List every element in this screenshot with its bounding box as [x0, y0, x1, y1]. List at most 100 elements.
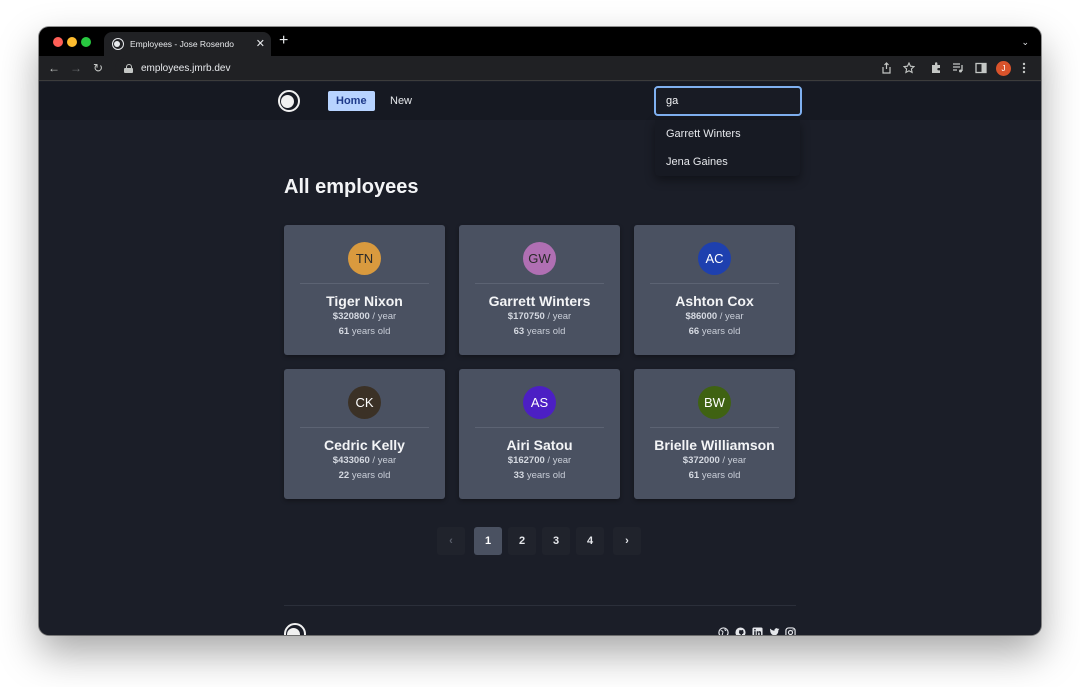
search-input[interactable]: [654, 86, 802, 116]
tab-strip: Employees - Jose Rosendo ✕ + ⌄: [39, 27, 1041, 56]
age-value: 61: [688, 470, 700, 481]
page: Home New Garrett Winters Jena Gaines All…: [39, 82, 1041, 635]
footer-divider: [284, 605, 796, 606]
employee-salary: $372000 / year: [634, 455, 795, 466]
page-button[interactable]: 2: [508, 527, 536, 555]
age-unit: years old: [349, 470, 391, 481]
age-unit: years old: [349, 326, 391, 337]
employee-salary: $320800 / year: [284, 311, 445, 322]
avatar: AC: [698, 242, 731, 275]
salary-value: $162700: [507, 455, 545, 466]
card-divider: [300, 283, 429, 284]
avatar: TN: [348, 242, 381, 275]
age-value: 63: [513, 326, 525, 337]
salary-unit: / year: [717, 311, 744, 322]
nav-home-link[interactable]: Home: [328, 91, 375, 111]
minimize-window-button[interactable]: [67, 37, 77, 47]
employee-salary: $162700 / year: [459, 455, 620, 466]
employee-age: 61 years old: [284, 326, 445, 337]
employee-card[interactable]: GW Garrett Winters $170750 / year 63 yea…: [459, 225, 620, 355]
back-icon[interactable]: ←: [48, 61, 60, 75]
card-divider: [475, 283, 604, 284]
next-page-button[interactable]: ›: [613, 527, 641, 555]
browser-toolbar: ← → ↻ employees.jmrb.dev J: [39, 56, 1041, 81]
employee-salary: $433060 / year: [284, 455, 445, 466]
employee-salary: $86000 / year: [634, 311, 795, 322]
salary-value: $433060: [332, 455, 370, 466]
card-divider: [300, 427, 429, 428]
age-unit: years old: [699, 470, 741, 481]
salary-unit: / year: [369, 311, 397, 322]
employee-card[interactable]: AS Airi Satou $162700 / year 33 years ol…: [459, 369, 620, 499]
suggestion-item[interactable]: Jena Gaines: [655, 148, 800, 176]
employee-age: 22 years old: [284, 470, 445, 481]
avatar: AS: [523, 386, 556, 419]
avatar: GW: [523, 242, 556, 275]
employee-age: 66 years old: [634, 326, 795, 337]
forward-icon[interactable]: →: [70, 61, 82, 75]
employee-salary: $170750 / year: [459, 311, 620, 322]
employee-card[interactable]: CK Cedric Kelly $433060 / year 22 years …: [284, 369, 445, 499]
age-value: 22: [338, 470, 350, 481]
age-unit: years old: [524, 470, 566, 481]
employee-card[interactable]: BW Brielle Williamson $372000 / year 61 …: [634, 369, 795, 499]
suggestion-item[interactable]: Garrett Winters: [655, 120, 800, 148]
avatar: BW: [698, 386, 731, 419]
employee-name: Tiger Nixon: [326, 293, 403, 309]
maximize-window-button[interactable]: [81, 37, 91, 47]
card-divider: [475, 427, 604, 428]
employee-name: Ashton Cox: [675, 293, 754, 309]
tab-search-icon[interactable]: ⌄: [1021, 37, 1029, 48]
site-logo-icon[interactable]: [278, 90, 300, 112]
linkedin-icon[interactable]: [752, 627, 763, 635]
card-divider: [650, 427, 779, 428]
side-panel-icon[interactable]: [975, 62, 987, 74]
reload-icon[interactable]: ↻: [93, 61, 103, 75]
avatar: CK: [348, 386, 381, 419]
browser-tab[interactable]: Employees - Jose Rosendo ✕: [104, 32, 271, 56]
age-value: 66: [688, 326, 700, 337]
twitter-icon[interactable]: [769, 627, 780, 635]
lock-icon: [124, 63, 133, 73]
age-unit: years old: [524, 326, 566, 337]
github-icon[interactable]: [735, 627, 746, 635]
page-button[interactable]: 4: [576, 527, 604, 555]
bookmark-star-icon[interactable]: [903, 62, 915, 74]
page-button[interactable]: 3: [542, 527, 570, 555]
share-icon[interactable]: [881, 62, 892, 74]
salary-unit: / year: [719, 455, 747, 466]
salary-unit: / year: [369, 455, 397, 466]
nav-new-link[interactable]: New: [382, 91, 420, 111]
media-icon[interactable]: [952, 62, 964, 74]
footer-logo-icon[interactable]: [284, 623, 306, 635]
employee-card[interactable]: AC Ashton Cox $86000 / year 66 years old: [634, 225, 795, 355]
favicon-icon: [112, 38, 124, 50]
salary-value: $372000: [682, 455, 720, 466]
address-bar[interactable]: employees.jmrb.dev: [115, 58, 907, 78]
salary-unit: / year: [544, 311, 572, 322]
employee-name: Brielle Williamson: [654, 437, 775, 453]
menu-icon[interactable]: [1021, 62, 1027, 74]
extensions-icon[interactable]: [930, 62, 942, 74]
employee-card[interactable]: TN Tiger Nixon $320800 / year 61 years o…: [284, 225, 445, 355]
site-navbar: Home New: [39, 82, 1041, 120]
employee-age: 33 years old: [459, 470, 620, 481]
salary-value: $170750: [507, 311, 545, 322]
instagram-icon[interactable]: [785, 627, 796, 635]
age-unit: years old: [699, 326, 741, 337]
tab-title: Employees - Jose Rosendo: [130, 39, 234, 49]
age-value: 61: [338, 326, 350, 337]
url-text: employees.jmrb.dev: [141, 62, 231, 74]
globe-icon[interactable]: [718, 627, 729, 635]
profile-avatar[interactable]: J: [996, 61, 1011, 76]
browser-window: Employees - Jose Rosendo ✕ + ⌄ ← → ↻ emp…: [39, 27, 1041, 635]
salary-value: $320800: [332, 311, 370, 322]
employee-age: 61 years old: [634, 470, 795, 481]
card-divider: [650, 283, 779, 284]
page-button[interactable]: 1: [474, 527, 502, 555]
employee-age: 63 years old: [459, 326, 620, 337]
close-window-button[interactable]: [53, 37, 63, 47]
new-tab-button[interactable]: +: [279, 33, 288, 49]
prev-page-button[interactable]: ‹: [437, 527, 465, 555]
tab-close-icon[interactable]: ✕: [256, 38, 265, 50]
